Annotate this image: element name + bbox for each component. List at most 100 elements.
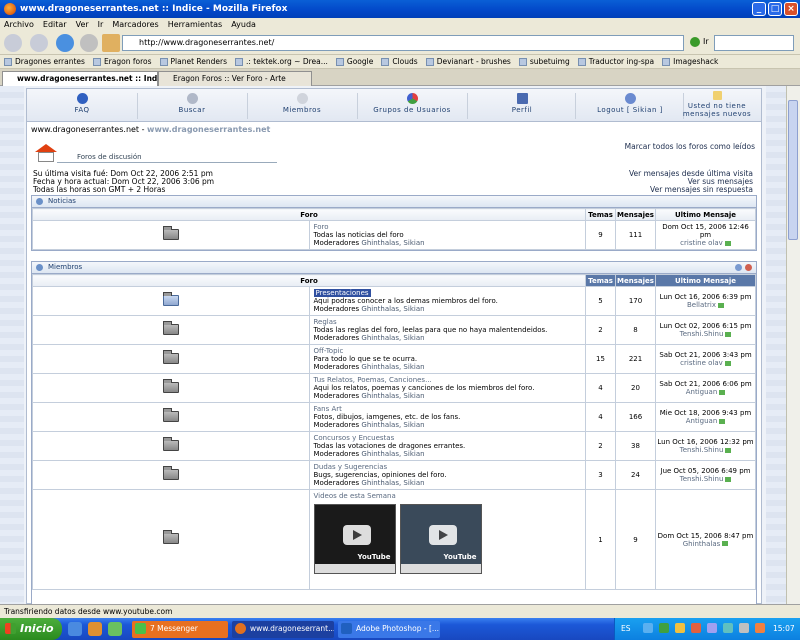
breadcrumb-site-logo[interactable]: www.dragoneserrantes.net (147, 125, 270, 134)
tray-icon[interactable] (675, 623, 685, 633)
last-post-user[interactable]: Tenshi.Shinu (680, 475, 724, 483)
bookmark-item[interactable]: subetuimg (518, 57, 570, 66)
minimize-button[interactable]: _ (752, 2, 766, 16)
window-titlebar[interactable]: www.dragoneserrantes.net :: Indice - Moz… (0, 0, 800, 18)
last-post-user[interactable]: Antiguan (686, 417, 718, 425)
video-controls[interactable] (400, 564, 481, 573)
menu-ayuda[interactable]: Ayuda (231, 20, 256, 29)
go-to-post-icon[interactable] (719, 418, 726, 424)
last-post-user[interactable]: Tenshi.Shinu (680, 446, 724, 454)
menu-herramientas[interactable]: Herramientas (168, 20, 223, 29)
go-to-post-icon[interactable] (722, 541, 729, 546)
video-thumbnail[interactable]: YouTube (313, 504, 396, 574)
nav-buscar[interactable]: Buscar (137, 93, 247, 114)
tray-icon[interactable] (755, 623, 765, 633)
moderators-names[interactable]: Ghinthalas, Sikian (361, 450, 424, 458)
bookmark-item[interactable]: Devianart - brushes (425, 57, 511, 66)
forum-name[interactable]: Foro (314, 223, 582, 231)
menu-ir[interactable]: Ir (98, 20, 104, 29)
menu-archivo[interactable]: Archivo (4, 20, 34, 29)
forum-name[interactable]: Off-Topic (314, 347, 582, 355)
nav-faq[interactable]: FAQ (27, 93, 137, 114)
reload-icon[interactable] (56, 34, 74, 52)
forum-name[interactable]: Presentaciones (313, 289, 371, 297)
scrollbar-thumb[interactable] (788, 100, 798, 240)
taskbar-item-photoshop[interactable]: Adobe Photoshop - [... (338, 620, 440, 638)
tab-eragon-foros[interactable]: Eragon Foros :: Ver Foro - Arte (158, 71, 312, 86)
go-to-post-icon[interactable] (725, 476, 732, 482)
menu-marcadores[interactable]: Marcadores (112, 20, 158, 29)
last-post-user[interactable]: cristine olav (680, 359, 723, 367)
taskbar-item-firefox[interactable]: www.dragoneserrant... (232, 620, 334, 638)
moderators-names[interactable]: Ghinthalas, Sikian (361, 239, 424, 247)
language-indicator[interactable]: ES (621, 624, 631, 633)
go-label[interactable]: Ir (703, 37, 709, 46)
home-icon[interactable] (102, 34, 120, 52)
close-category-icon[interactable] (745, 264, 752, 271)
category-title[interactable]: Miembros (48, 263, 82, 271)
nav-miembros[interactable]: Miembros (247, 93, 357, 114)
bookmark-item[interactable]: Clouds (381, 57, 418, 66)
forum-name[interactable]: Reglas (314, 318, 582, 326)
bookmark-item[interactable]: Imageshack (662, 57, 718, 66)
tray-icon[interactable] (691, 623, 701, 633)
last-post-user[interactable]: Antiguan (686, 388, 718, 396)
media-icon[interactable] (88, 622, 102, 636)
tray-icon[interactable] (707, 623, 717, 633)
tab-indice[interactable]: www.dragoneserrantes.net :: Indice (2, 71, 158, 86)
maximize-button[interactable]: □ (768, 2, 782, 16)
bookmark-item[interactable]: Traductor ing-spa (577, 57, 654, 66)
category-title[interactable]: Noticias (48, 197, 76, 205)
back-icon[interactable] (4, 34, 22, 52)
play-icon[interactable] (428, 525, 457, 545)
forum-name[interactable]: Videos de esta Semana (314, 492, 582, 500)
desktop-icon[interactable] (108, 622, 122, 636)
forum-name[interactable]: Concursos y Encuestas (314, 434, 582, 442)
taskbar-item-messenger[interactable]: 7 Messenger (132, 620, 228, 638)
go-to-post-icon[interactable] (725, 447, 732, 453)
menu-editar[interactable]: Editar (43, 20, 67, 29)
forum-name[interactable]: Fans Art (314, 405, 582, 413)
start-button[interactable]: Inicio (0, 618, 62, 640)
forum-name[interactable]: Dudas y Sugerencias (314, 463, 582, 471)
go-to-post-icon[interactable] (724, 240, 731, 246)
forums-label[interactable]: Foros de discusión (57, 153, 277, 163)
menu-ver[interactable]: Ver (76, 20, 89, 29)
search-input[interactable] (714, 35, 794, 51)
forum-name[interactable]: Tus Relatos, Poemas, Canciones... (314, 376, 582, 384)
last-post-user[interactable]: Tenshi.Shinu (680, 330, 724, 338)
tray-icon[interactable] (659, 623, 669, 633)
bookmark-item[interactable]: Dragones errantes (4, 57, 85, 66)
go-to-post-icon[interactable] (718, 302, 724, 308)
stop-icon[interactable] (80, 34, 98, 52)
volume-icon[interactable] (739, 623, 749, 633)
go-to-post-icon[interactable] (724, 360, 731, 366)
breadcrumb-site[interactable]: www.dragoneserrantes.net - (31, 125, 145, 134)
go-to-post-icon[interactable] (719, 389, 726, 395)
moderators-names[interactable]: Ghinthalas, Sikian (361, 363, 424, 371)
ie-icon[interactable] (68, 622, 82, 636)
bookmark-item[interactable]: .: tektek.org ~ Drea... (235, 57, 328, 66)
go-to-post-icon[interactable] (725, 331, 732, 337)
moderators-names[interactable]: Ghinthalas, Sikian (361, 392, 424, 400)
unanswered-link[interactable]: Ver mensajes sin respuesta (650, 185, 753, 194)
last-post-user[interactable]: cristine olav (680, 239, 723, 247)
bookmark-item[interactable]: Google (335, 57, 373, 66)
collapse-icon[interactable] (735, 264, 742, 271)
moderators-names[interactable]: Ghinthalas, Sikian (361, 479, 424, 487)
forward-icon[interactable] (30, 34, 48, 52)
moderators-names[interactable]: Ghinthalas, Sikian (361, 334, 424, 342)
nav-grupos[interactable]: Grupos de Usuarios (357, 93, 467, 114)
mark-all-read-link[interactable]: Marcar todos los foros como leídos (625, 142, 755, 151)
bookmark-item[interactable]: Planet Renders (159, 57, 227, 66)
bookmark-item[interactable]: Eragon foros (92, 57, 152, 66)
last-post-user[interactable]: Bellatrix (687, 301, 716, 309)
nav-logout[interactable]: Logout [ Sikian ] (575, 93, 685, 114)
tray-icon[interactable] (723, 623, 733, 633)
play-icon[interactable] (342, 525, 371, 545)
nav-mensajes[interactable]: Usted no tiene mensajes nuevos (673, 91, 761, 118)
close-button[interactable]: × (784, 2, 798, 16)
video-controls[interactable] (314, 564, 395, 573)
moderators-names[interactable]: Ghinthalas, Sikian (361, 305, 424, 313)
url-field[interactable]: http://www.dragoneserrantes.net/ (122, 35, 684, 51)
